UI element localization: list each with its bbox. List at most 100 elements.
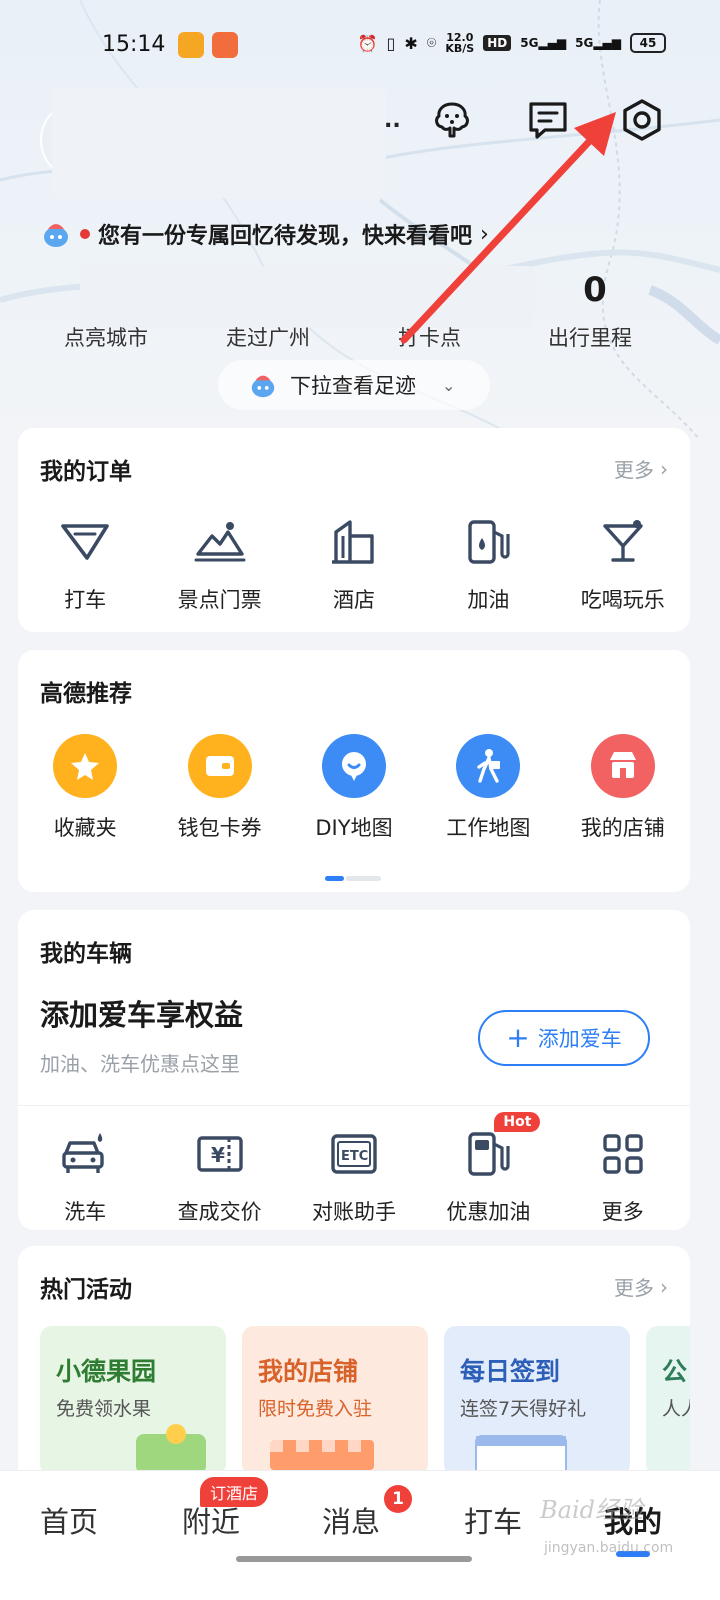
recommend-label: DIY地图 [315, 816, 393, 840]
nav-home[interactable]: 首页 [40, 1499, 98, 1541]
vibrate-icon: ▯ [386, 33, 396, 53]
memory-banner[interactable]: 您有一份专属回忆待发现，快来看看吧 › [40, 218, 489, 250]
recommend-wallet[interactable]: 钱包卡券 [152, 734, 286, 842]
order-hotel[interactable]: 酒店 [287, 514, 421, 614]
svg-text:¥: ¥ [211, 1143, 225, 1167]
chevron-right-icon: › [660, 1274, 668, 1299]
taxi-icon [57, 514, 113, 570]
vehicle-car-wash[interactable]: 洗车 [18, 1126, 152, 1226]
hot-badge: Hot [494, 1112, 541, 1132]
divider [18, 1105, 690, 1106]
price-icon: ¥ [192, 1126, 248, 1182]
activity-orchard[interactable]: 小德果园 免费领水果 [40, 1326, 226, 1476]
vehicle-card: 我的车辆 添加爱车享权益 加油、洗车优惠点这里 + 添加爱车 洗车 ¥ 查成交价… [18, 910, 690, 1230]
diy-map-icon [321, 734, 386, 798]
signal-label: 5G [575, 36, 594, 50]
tree-icon [435, 102, 469, 138]
vehicle-label: 查成交价 [177, 1200, 262, 1224]
car-wash-icon [57, 1126, 113, 1182]
vehicle-label: 洗车 [64, 1200, 107, 1224]
recommend-label: 钱包卡券 [177, 816, 262, 840]
signal-label: 5G [520, 36, 539, 50]
more-label: 更多 [614, 1276, 654, 1300]
vehicle-grid: 洗车 ¥ 查成交价 ETC 对账助手 Hot 优惠加油 更多 [18, 1112, 690, 1226]
nearby-badge: 订酒店 [200, 1477, 269, 1507]
add-car-label: 添加爱车 [537, 1027, 622, 1051]
fuel-icon: Hot [460, 1112, 541, 1182]
message-icon [529, 102, 567, 139]
activity-shop[interactable]: 我的店铺 限时免费入驻 [242, 1326, 428, 1476]
bluetooth-icon: ✱ [404, 33, 418, 53]
nav-messages[interactable]: 消息 [322, 1499, 380, 1541]
recommend-work-map[interactable]: 工作地图 [421, 734, 555, 842]
orders-more-link[interactable]: 更多 › [614, 454, 668, 483]
order-tickets[interactable]: 景点门票 [152, 514, 286, 614]
mileage-value: 0 [583, 270, 607, 310]
recommend-favorites[interactable]: 收藏夹 [18, 734, 152, 842]
pull-down-footprints[interactable]: 下拉查看足迹 ⌄ [218, 360, 490, 410]
weibo-notification-icon [212, 32, 238, 58]
vehicle-discount-fuel[interactable]: Hot 优惠加油 [421, 1112, 555, 1226]
mascot-icon [251, 375, 275, 398]
vehicle-label: 对账助手 [311, 1200, 396, 1224]
settings-icon [623, 99, 661, 141]
vehicle-cta[interactable]: 添加爱车享权益 [40, 992, 243, 1034]
shop-illustration [270, 1440, 374, 1470]
add-car-button[interactable]: + 添加爱车 [478, 1010, 650, 1066]
recommend-grid: 收藏夹 钱包卡券 DIY地图 工作地图 我的店铺 [18, 734, 690, 842]
settings-button[interactable] [618, 96, 666, 144]
status-icons: ⏰ ▯ ✱ ⌾ 12.0 KB/S HD 5G▂▄▆ 5G▂▄▆ 45 [358, 32, 666, 54]
mascot-icon [44, 224, 68, 247]
building-icon [326, 514, 382, 570]
stat-label-checkins: 打卡点 [398, 326, 461, 350]
activity-checkin[interactable]: 每日签到 连签7天得好礼 [444, 1326, 630, 1476]
activities-title: 热门活动 [40, 1277, 132, 1303]
order-label: 吃喝玩乐 [580, 588, 665, 612]
chevron-right-icon: › [660, 456, 668, 481]
order-taxi[interactable]: 打车 [18, 514, 152, 614]
more-label: 更多 [614, 458, 654, 482]
home-indicator[interactable] [236, 1556, 472, 1562]
status-time: 15:14 [102, 32, 166, 57]
message-count-badge: 1 [384, 1485, 412, 1513]
vehicle-more[interactable]: 更多 [556, 1126, 690, 1226]
vehicle-label: 优惠加油 [446, 1200, 531, 1224]
user-name-redacted[interactable] [52, 88, 386, 198]
order-fuel[interactable]: 加油 [421, 514, 555, 614]
chevron-down-icon: ⌄ [442, 375, 456, 395]
net-speed-unit: KB/S [445, 42, 475, 55]
wallet-icon [187, 734, 252, 798]
activities-more-link[interactable]: 更多 › [614, 1272, 668, 1301]
message-button[interactable] [524, 96, 572, 144]
recommend-my-shop[interactable]: 我的店铺 [556, 734, 690, 842]
signal-5g-2: 5G▂▄▆ [575, 36, 621, 50]
svg-text:ETC: ETC [341, 1149, 368, 1164]
vehicle-etc[interactable]: ETC 对账助手 [287, 1126, 421, 1226]
mountain-icon [192, 514, 248, 570]
hd-icon: HD [483, 35, 512, 51]
tree-button[interactable] [428, 96, 476, 144]
order-entertainment[interactable]: 吃喝玩乐 [556, 514, 690, 614]
pager-dot-active [325, 876, 345, 881]
calendar-illustration [475, 1435, 567, 1476]
recommend-pager [325, 876, 381, 881]
battery-icon: 45 [630, 33, 666, 53]
fuel-icon [460, 514, 516, 570]
activities-card: 热门活动 更多 › 小德果园 免费领水果 我的店铺 限时免费入驻 每日签到 连签… [18, 1246, 690, 1506]
stat-label-cities: 点亮城市 [64, 326, 148, 350]
status-bar: 15:14 ⏰ ▯ ✱ ⌾ 12.0 KB/S HD 5G▂▄▆ 5G▂▄▆ 4… [0, 28, 720, 64]
pager-dot [346, 876, 381, 881]
worker-icon [456, 734, 521, 798]
etc-icon: ETC [326, 1126, 382, 1182]
order-label: 景点门票 [177, 588, 262, 612]
stats-redacted [80, 266, 534, 328]
vehicle-subtitle: 加油、洗车优惠点这里 [40, 1052, 240, 1076]
star-icon [53, 734, 118, 798]
vehicle-price[interactable]: ¥ 查成交价 [152, 1126, 286, 1226]
nav-taxi[interactable]: 打车 [464, 1499, 522, 1541]
activity-partial[interactable]: 公 人人 [646, 1326, 690, 1476]
recommend-diy-map[interactable]: DIY地图 [287, 734, 421, 842]
fruit-illustration [136, 1424, 206, 1474]
shop-icon [590, 734, 655, 798]
vehicle-label: 更多 [601, 1200, 644, 1224]
